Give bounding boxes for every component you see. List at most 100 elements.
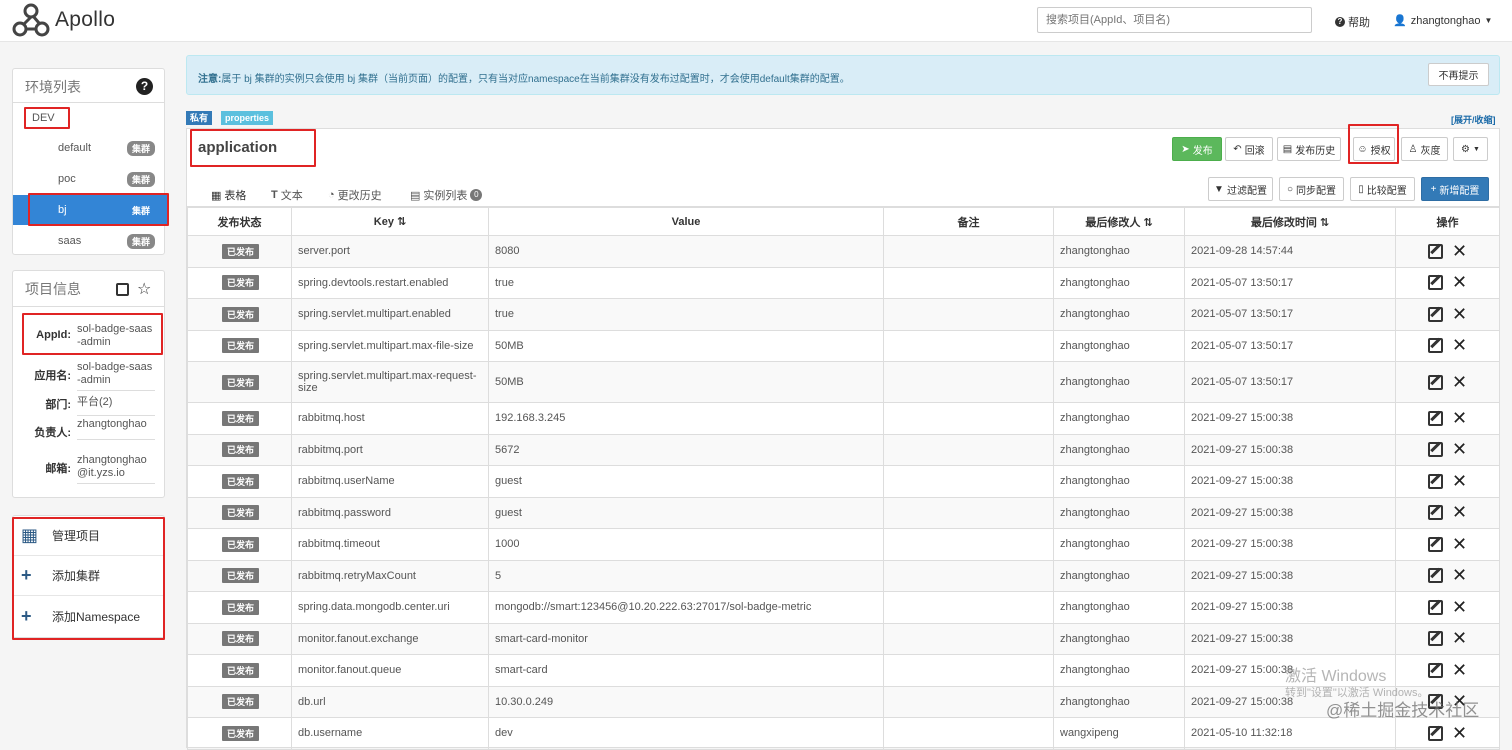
status-badge: 已发布	[222, 536, 260, 552]
status-cell: 已发布	[187, 591, 292, 624]
remark-cell	[883, 361, 1054, 403]
col-modified-time[interactable]: 最后修改时间 ⇅	[1184, 207, 1396, 236]
edit-icon[interactable]	[1427, 536, 1443, 552]
key-cell: rabbitmq.timeout	[291, 528, 489, 561]
env-list-title: 环境列表	[25, 79, 81, 95]
edit-icon[interactable]	[1427, 599, 1443, 615]
edit-icon[interactable]	[1427, 473, 1443, 489]
delete-icon[interactable]: ✕	[1452, 373, 1467, 391]
edit-icon[interactable]	[1427, 410, 1443, 426]
delete-icon[interactable]: ✕	[1452, 661, 1467, 679]
modified-time-cell: 2021-09-27 15:00:38	[1184, 496, 1396, 529]
table-row: 已发布 spring.servlet.multipart.enabled true z…	[187, 298, 1500, 331]
edit-icon[interactable]	[116, 283, 129, 296]
table-row: 已发布 spring.data.mongodb.center.uri mongodb…	[187, 591, 1500, 624]
gray-release-button[interactable]: ♙ 灰度	[1401, 137, 1448, 161]
tab-history[interactable]: ◔ 更改历史	[328, 187, 382, 203]
delete-icon[interactable]: ✕	[1452, 409, 1467, 427]
tab-text[interactable]: T 文本	[271, 187, 303, 203]
value-cell: 5	[488, 559, 884, 592]
view-tabs: ▦ 表格 T 文本 ◔ 更改历史 ▤ 实例列表 0	[187, 183, 1499, 207]
key-cell: spring.servlet.multipart.max-file-size	[291, 329, 489, 362]
edit-icon[interactable]	[1427, 243, 1443, 259]
apollo-logo[interactable]: Apollo	[11, 1, 115, 39]
edit-icon[interactable]	[1427, 568, 1443, 584]
tab-table[interactable]: ▦ 表格	[211, 187, 246, 203]
owner-row: 负责人: zhangtonghao	[13, 418, 168, 440]
delete-icon[interactable]: ✕	[1452, 535, 1467, 553]
col-time-label: 最后修改时间	[1250, 216, 1317, 229]
value-cell: 1000	[488, 528, 884, 561]
status-cell: 已发布	[187, 298, 292, 331]
authorize-button[interactable]: ☺ 授权	[1353, 137, 1395, 161]
edit-icon[interactable]	[1427, 442, 1443, 458]
edit-icon[interactable]	[1427, 275, 1443, 291]
email-row: 邮箱: zhangtonghao@it.yzs.io	[13, 454, 168, 484]
delete-icon[interactable]: ✕	[1452, 242, 1467, 260]
modified-time-cell: 2021-05-07 13:50:17	[1184, 361, 1396, 403]
delete-icon[interactable]: ✕	[1452, 724, 1467, 742]
help-link[interactable]: ? 帮助	[1335, 14, 1370, 30]
delete-icon[interactable]: ✕	[1452, 503, 1467, 521]
actions-cell: ✕	[1395, 235, 1500, 268]
remark-cell	[883, 654, 1054, 687]
edit-icon[interactable]	[1427, 306, 1443, 322]
search-input[interactable]	[1037, 7, 1312, 33]
env-dev-item[interactable]: DEV	[32, 112, 55, 124]
question-circle-icon[interactable]: ?	[136, 78, 153, 95]
edit-icon[interactable]	[1427, 374, 1443, 390]
edit-icon[interactable]	[1427, 662, 1443, 678]
delete-icon[interactable]: ✕	[1452, 273, 1467, 291]
expand-collapse-link[interactable]: [展开/收缩]	[1451, 113, 1496, 126]
actions-cell: ✕	[1395, 329, 1500, 362]
delete-icon[interactable]: ✕	[1452, 440, 1467, 458]
delete-icon[interactable]: ✕	[1452, 629, 1467, 647]
edit-icon[interactable]	[1427, 505, 1443, 521]
publish-history-button[interactable]: ▤ 发布历史	[1277, 137, 1341, 161]
col-key[interactable]: Key ⇅	[291, 207, 489, 236]
status-cell: 已发布	[187, 235, 292, 268]
publish-button[interactable]: ➤ 发布	[1172, 137, 1222, 161]
cluster-item-default[interactable]: default 集群	[13, 133, 168, 163]
edit-icon[interactable]	[1427, 631, 1443, 647]
modified-time-cell: 2021-09-27 15:00:38	[1184, 402, 1396, 435]
col-modifier-label: 最后修改人	[1085, 216, 1141, 229]
add-namespace-button[interactable]: + 添加Namespace	[13, 596, 163, 636]
rollback-button[interactable]: ↶ 回滚	[1225, 137, 1273, 161]
delete-icon[interactable]: ✕	[1452, 472, 1467, 490]
status-badge: 已发布	[222, 338, 260, 354]
manage-project-label: 管理项目	[52, 529, 101, 543]
actions-cell: ✕	[1395, 559, 1500, 592]
edit-icon[interactable]	[1427, 338, 1443, 354]
table-row: 已发布 spring.servlet.multipart.max-file-siz…	[187, 329, 1500, 362]
key-cell: monitor.fanout.exchange	[291, 622, 489, 655]
modifier-cell: zhangtonghao	[1053, 361, 1185, 403]
status-badge: 已发布	[222, 599, 260, 615]
delete-icon[interactable]: ✕	[1452, 336, 1467, 354]
delete-icon[interactable]: ✕	[1452, 566, 1467, 584]
cluster-item-bj[interactable]: bj 集群	[13, 195, 168, 225]
status-cell: 已发布	[187, 528, 292, 561]
delete-icon[interactable]: ✕	[1452, 598, 1467, 616]
plus-icon: +	[21, 565, 32, 585]
key-cell: spring.data.mongodb.center.uri	[291, 591, 489, 624]
manage-project-button[interactable]: ▦ 管理项目	[13, 516, 163, 556]
table-row: 已发布 rabbitmq.port 5672 zhangtonghao 2021-09-…	[187, 433, 1500, 466]
settings-dropdown-button[interactable]: ⚙ ▼	[1453, 137, 1488, 161]
dismiss-notice-button[interactable]: 不再提示	[1428, 63, 1489, 86]
project-info-title: 项目信息	[25, 281, 81, 297]
windows-activation-watermark: 激活 Windows	[1285, 668, 1387, 685]
star-icon[interactable]: ☆	[137, 279, 151, 299]
remark-cell	[883, 465, 1054, 498]
user-menu[interactable]: 👤 zhangtonghao ▼	[1393, 14, 1492, 28]
cluster-item-saas[interactable]: saas 集群	[13, 226, 168, 256]
tab-instances[interactable]: ▤ 实例列表 0	[410, 187, 483, 203]
modifier-cell: zhangtonghao	[1053, 235, 1185, 268]
cluster-item-poc[interactable]: poc 集群	[13, 164, 168, 194]
list-icon: ▤	[410, 189, 421, 202]
edit-icon[interactable]	[1427, 725, 1443, 741]
add-cluster-button[interactable]: + 添加集群	[13, 556, 163, 596]
delete-icon[interactable]: ✕	[1452, 305, 1467, 323]
key-cell: spring.devtools.restart.enabled	[291, 266, 489, 299]
col-modifier[interactable]: 最后修改人 ⇅	[1053, 207, 1185, 236]
